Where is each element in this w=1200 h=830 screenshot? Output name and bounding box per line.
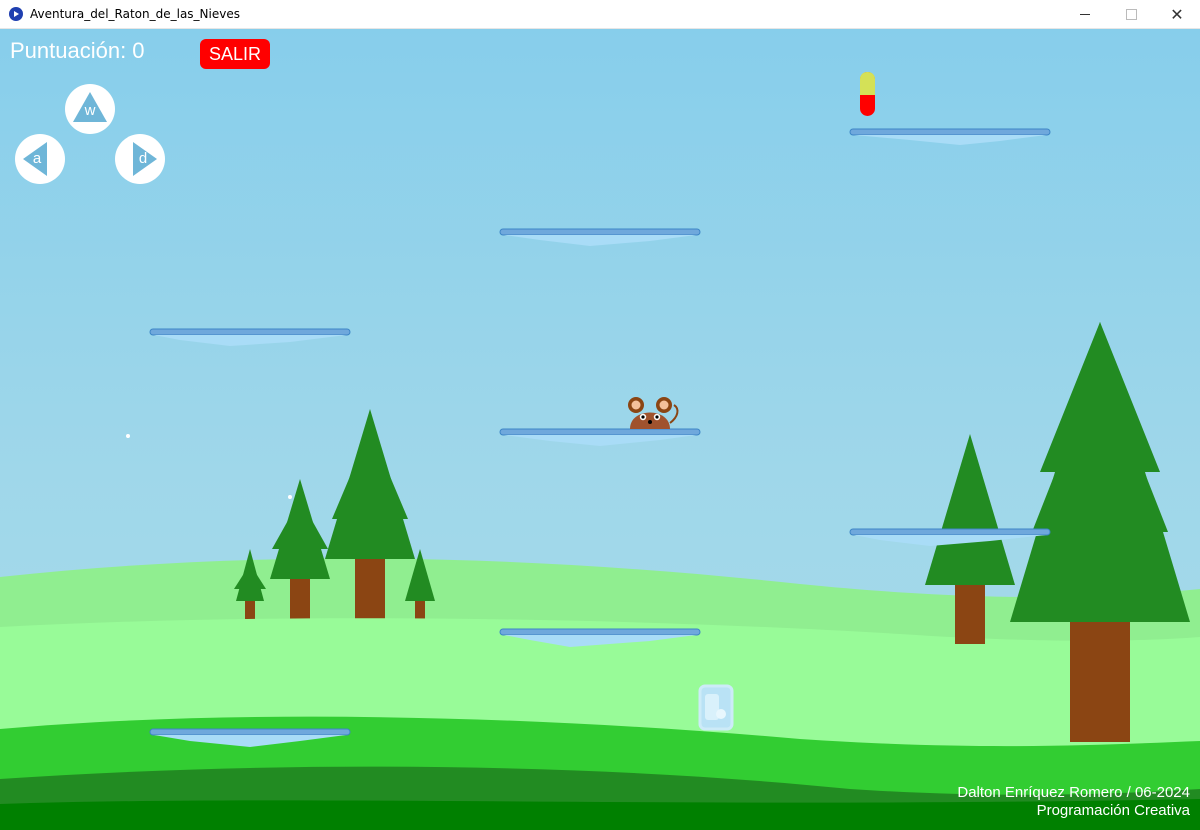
maximize-button[interactable] (1108, 0, 1154, 29)
move-left-button[interactable]: a (15, 134, 65, 184)
ice-cube-icon (698, 684, 734, 731)
mouse-character-icon (628, 397, 679, 429)
window-titlebar: Aventura_del_Raton_de_las_Nieves ✕ (0, 0, 1200, 29)
exit-button[interactable]: SALIR (200, 39, 270, 69)
score-label: Puntuación: 0 (10, 38, 145, 63)
close-icon: ✕ (1170, 5, 1184, 24)
move-right-button[interactable]: d (115, 134, 165, 184)
app-icon (9, 7, 23, 21)
jump-button[interactable]: w (65, 84, 115, 134)
game-scene (0, 72, 1200, 830)
game-canvas[interactable]: Puntuación: 0 SALIR w a d Dalton Enríque… (0, 29, 1200, 830)
maximize-icon (1125, 9, 1137, 20)
minimize-button[interactable] (1062, 0, 1108, 29)
platform (499, 228, 701, 246)
left-key-label: a (32, 150, 42, 167)
platform (849, 528, 1051, 546)
platform (849, 128, 1051, 145)
right-key-label: d (138, 150, 148, 167)
thermometer-capsule-icon (860, 72, 875, 116)
credits: Dalton Enríquez Romero / 06-2024 Program… (957, 784, 1190, 820)
jump-key-label: w (84, 102, 96, 119)
minimize-icon (1080, 14, 1090, 15)
snowflake (288, 495, 292, 499)
close-button[interactable]: ✕ (1154, 0, 1200, 29)
credit-author: Dalton Enríquez Romero / 06-2024 (957, 784, 1190, 801)
platform (499, 428, 701, 446)
snowflake (126, 434, 130, 438)
platform (149, 328, 351, 346)
window-title: Aventura_del_Raton_de_las_Nieves (30, 7, 240, 21)
credit-course: Programación Creativa (1036, 802, 1190, 819)
